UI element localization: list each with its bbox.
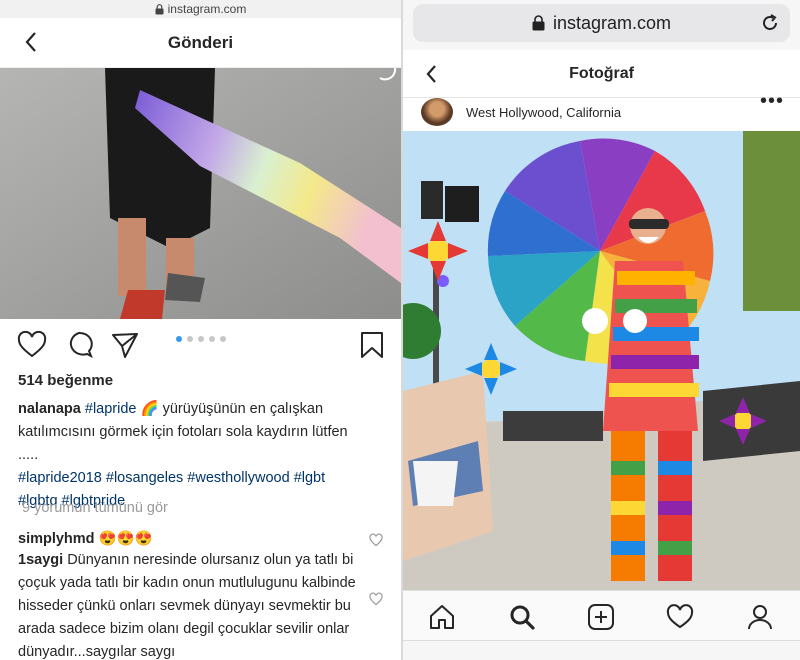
url-bar[interactable]: instagram.com (0, 0, 401, 18)
heart-icon[interactable] (666, 603, 694, 631)
rainbow-emoji: 🌈 (140, 401, 159, 417)
browser-bottom-bar (403, 640, 800, 660)
page-title: Gönderi (167, 32, 234, 52)
carousel-dot (187, 336, 193, 342)
post-photo[interactable] (0, 68, 401, 319)
view-all-comments-link[interactable]: 9 yorumun tümünü gör (22, 500, 168, 516)
comment-text: 😍😍😍 (98, 531, 153, 547)
post-photo[interactable] (403, 131, 800, 590)
url-bar[interactable]: instagram.com (413, 4, 790, 42)
caption-hashtag[interactable]: #lapride (85, 401, 137, 417)
bookmark-icon[interactable] (357, 330, 387, 360)
back-icon[interactable] (22, 30, 40, 54)
caption-text: ..... (18, 447, 39, 463)
back-icon[interactable] (423, 62, 439, 86)
page-title: Fotoğraf (569, 64, 634, 82)
carousel-dot (209, 336, 215, 342)
url-text: instagram.com (552, 12, 672, 33)
left-post-screen: instagram.com Gönderi 514 beğenme nalana… (0, 0, 401, 660)
caption-username[interactable]: nalanapa (18, 401, 81, 417)
add-icon[interactable] (587, 603, 615, 631)
comment-icon[interactable] (64, 330, 94, 360)
carousel-dot (176, 336, 182, 342)
more-options-icon[interactable]: ••• (760, 90, 784, 113)
search-icon[interactable] (508, 603, 536, 631)
comment-username[interactable]: 1saygi (18, 552, 63, 568)
like-count[interactable]: 514 beğenme (18, 372, 113, 389)
lock-icon (155, 3, 164, 14)
comment-username[interactable]: simplyhmd (18, 531, 95, 547)
share-icon[interactable] (110, 330, 140, 360)
lock-icon (532, 15, 545, 31)
heart-icon[interactable] (17, 330, 47, 360)
bottom-nav (403, 590, 800, 640)
photo-header: Fotoğraf (403, 50, 800, 98)
caption-text: yürüyüşünün en çalışkan (158, 401, 324, 417)
url-text: instagram.com (167, 2, 247, 16)
carousel-dot (220, 336, 226, 342)
caption-text: katılımcısını görmek için fotoları sola … (18, 424, 348, 440)
reload-icon[interactable] (760, 13, 780, 33)
heart-icon[interactable] (369, 592, 383, 606)
carousel-dot (198, 336, 204, 342)
caption-hashtags[interactable]: #lapride2018 #losangeles #westhollywood … (18, 467, 388, 490)
comment-item: simplyhmd 😍😍😍 (18, 528, 358, 551)
avatar[interactable] (421, 98, 453, 126)
post-caption: nalanapa #lapride 🌈 yürüyüşünün en çalış… (18, 398, 388, 513)
right-photo-screen: instagram.com Fotoğraf West Hollywood, C… (403, 0, 800, 660)
comment-item: 1saygi Dünyanın neresinde olursanız olun… (18, 549, 358, 660)
heart-icon[interactable] (369, 533, 383, 547)
browser-toolbar: instagram.com (403, 0, 800, 50)
comment-text: Dünyanın neresinde olursanız olun ya tat… (18, 552, 356, 660)
post-location[interactable]: West Hollywood, California (466, 105, 621, 120)
post-header-bar: West Hollywood, California ••• (403, 90, 800, 131)
home-icon[interactable] (428, 603, 456, 631)
profile-icon[interactable] (746, 603, 774, 631)
post-header: Gönderi (0, 18, 401, 68)
carousel-indicator (176, 336, 226, 342)
post-actions (0, 326, 401, 366)
